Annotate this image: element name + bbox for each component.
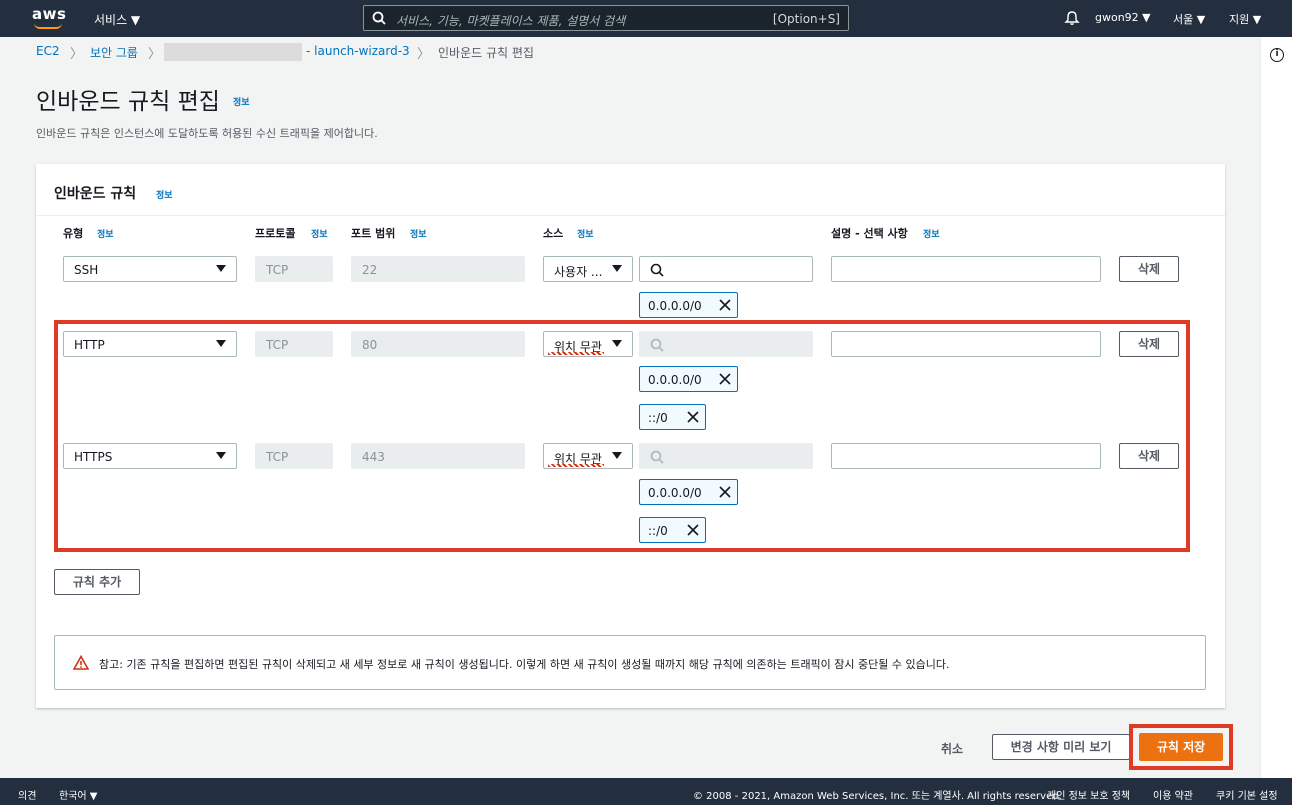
- cidr-token: 0.0.0.0/0: [639, 292, 738, 318]
- tools-rail: i: [1260, 37, 1292, 778]
- support-menu[interactable]: 지원 ▼: [1229, 11, 1261, 27]
- search-shortcut: [Option+S]: [772, 12, 840, 26]
- rule-source-select[interactable]: 사용자 ...: [543, 256, 633, 282]
- breadcrumb-ec2[interactable]: EC2: [36, 44, 60, 58]
- bell-icon[interactable]: [1064, 10, 1080, 26]
- add-rule-button[interactable]: 규칙 추가: [54, 569, 140, 595]
- col-source: 소스: [543, 227, 564, 240]
- feedback-link[interactable]: 의견: [18, 787, 36, 802]
- col-port-info[interactable]: 정보: [410, 227, 427, 240]
- chevron-right-icon: 〉: [417, 47, 431, 62]
- col-description: 설명 - 선택 사항: [831, 227, 908, 240]
- panel-header: 인바운드 규칙 정보: [36, 164, 1225, 216]
- rule-type-value: SSH: [74, 263, 99, 277]
- services-menu[interactable]: 서비스 ▼: [94, 11, 140, 28]
- aws-smile-icon: [34, 23, 62, 29]
- region-menu[interactable]: 서울 ▼: [1173, 11, 1205, 27]
- aws-logo-text: aws: [32, 5, 67, 23]
- close-icon[interactable]: [718, 298, 732, 312]
- caret-down-icon: [612, 265, 622, 272]
- col-protocol-info[interactable]: 정보: [311, 227, 328, 240]
- chevron-right-icon: 〉: [70, 47, 84, 62]
- warning-alert: 참고: 기존 규칙을 편집하면 편집된 규칙이 삭제되고 새 세부 정보로 새 …: [54, 635, 1206, 690]
- page-title: 인바운드 규칙 편집: [36, 89, 220, 115]
- footer: 의견 한국어 ▼ © 2008 - 2021, Amazon Web Servi…: [0, 778, 1292, 805]
- col-protocol: 프로토콜: [255, 227, 296, 240]
- cidr-search-input[interactable]: [639, 256, 813, 282]
- col-port-range: 포트 범위: [351, 227, 396, 240]
- search-icon: [372, 11, 386, 25]
- breadcrumb-security-groups[interactable]: 보안 그룹: [90, 44, 138, 61]
- rule-source-value: 사용자 ...: [554, 265, 603, 279]
- terms-link[interactable]: 이용 약관: [1153, 787, 1193, 802]
- col-type-info[interactable]: 정보: [97, 227, 114, 240]
- breadcrumb-security-group[interactable]: - launch-wizard-3: [306, 44, 410, 58]
- warning-text: 참고: 기존 규칙을 편집하면 편집된 규칙이 삭제되고 새 세부 정보로 새 …: [99, 658, 950, 671]
- preview-changes-button[interactable]: 변경 사항 미리 보기: [992, 734, 1130, 760]
- rule-protocol: TCP: [255, 256, 333, 282]
- aws-logo[interactable]: aws: [32, 5, 66, 31]
- language-select[interactable]: 한국어 ▼: [59, 787, 97, 802]
- col-source-info[interactable]: 정보: [577, 227, 594, 240]
- search-placeholder: 서비스, 기능, 마켓플레이스 제품, 설명서 검색: [396, 14, 626, 28]
- delete-rule-button[interactable]: 삭제: [1119, 256, 1179, 282]
- user-menu[interactable]: gwon92 ▼: [1095, 11, 1151, 24]
- search-icon: [650, 263, 664, 277]
- breadcrumb-current: 인바운드 규칙 편집: [438, 46, 534, 60]
- caret-down-icon: [216, 265, 226, 272]
- rule-type-select[interactable]: SSH: [63, 256, 237, 282]
- warning-icon: [73, 655, 89, 670]
- copyright: © 2008 - 2021, Amazon Web Services, Inc.…: [693, 791, 1062, 802]
- rule-port: 22: [351, 256, 525, 282]
- save-rules-button[interactable]: 규칙 저장: [1139, 733, 1223, 761]
- page-description: 인바운드 규칙은 인스턴스에 도달하도록 허용된 수신 트래픽을 제어합니다.: [36, 127, 378, 140]
- rule-description-input[interactable]: [831, 256, 1101, 282]
- redacted-sg-id: [164, 43, 302, 61]
- col-type: 유형: [63, 227, 84, 240]
- global-search[interactable]: 서비스, 기능, 마켓플레이스 제품, 설명서 검색 [Option+S]: [363, 5, 849, 31]
- privacy-link[interactable]: 개인 정보 보호 정책: [1047, 787, 1130, 802]
- page-info-link[interactable]: 정보: [233, 95, 250, 108]
- highlight-box: [54, 320, 1190, 552]
- top-navigation: aws 서비스 ▼ 서비스, 기능, 마켓플레이스 제품, 설명서 검색 [Op…: [0, 0, 1292, 37]
- panel-info-link[interactable]: 정보: [156, 188, 173, 201]
- cookies-link[interactable]: 쿠키 기본 설정: [1216, 787, 1278, 802]
- panel-title: 인바운드 규칙: [54, 186, 137, 202]
- cidr-token-value: 0.0.0.0/0: [648, 299, 702, 313]
- info-icon[interactable]: i: [1270, 48, 1284, 62]
- cancel-button[interactable]: 취소: [941, 740, 963, 757]
- chevron-right-icon: 〉: [148, 47, 162, 62]
- col-description-info[interactable]: 정보: [923, 227, 940, 240]
